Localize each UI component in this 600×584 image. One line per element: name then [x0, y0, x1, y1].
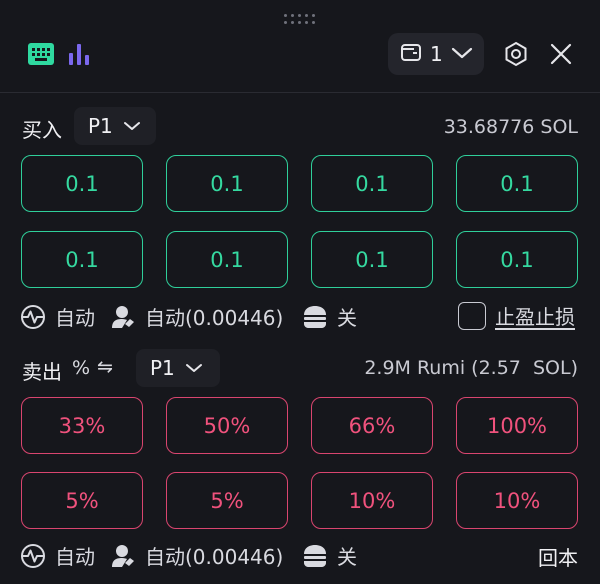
sell-preset-label: P1	[150, 356, 175, 380]
chevron-down-icon	[123, 117, 141, 136]
buy-mev-label: 关	[337, 306, 357, 330]
sell-mev-label: 关	[337, 545, 357, 569]
sell-fee-label: 自动(0.00446)	[145, 545, 284, 569]
keyboard-icon[interactable]	[26, 40, 56, 68]
sell-percent-button[interactable]: 100%	[456, 397, 578, 454]
bar-chart-icon[interactable]	[64, 40, 94, 68]
breakeven-button[interactable]: 回本	[538, 542, 578, 571]
buy-speed-label: 自动	[55, 306, 95, 330]
swap-toggle-icon[interactable]: ⇋	[97, 356, 113, 378]
percent-toggle[interactable]: %	[72, 357, 90, 379]
token-holding: 2.9M Rumi (2.57 SOL)	[364, 357, 578, 379]
buy-preset-label: P1	[88, 114, 113, 138]
buy-preset-dropdown[interactable]: P1	[74, 107, 156, 145]
sell-percent-button[interactable]: 10%	[456, 472, 578, 529]
buy-amount-button[interactable]: 0.1	[311, 155, 433, 212]
buy-amount-button[interactable]: 0.1	[166, 155, 288, 212]
chevron-down-icon	[185, 359, 203, 378]
tp-sl-link[interactable]: 止盈止损	[495, 301, 575, 330]
buy-speed-option[interactable]: 自动	[20, 302, 95, 331]
sell-percent-button[interactable]: 5%	[166, 472, 288, 529]
tp-sl-checkbox[interactable]	[458, 301, 486, 330]
user-fee-icon	[110, 304, 136, 330]
sell-label: 卖出	[22, 360, 62, 384]
sell-mev-option[interactable]: 关	[302, 541, 357, 570]
sell-percent-button[interactable]: 10%	[311, 472, 433, 529]
wallet-icon	[400, 41, 422, 67]
chevron-down-icon	[451, 45, 473, 64]
breakeven-label: 回本	[538, 546, 578, 570]
header-divider	[0, 92, 600, 93]
buy-fee-label: 自动(0.00446)	[145, 306, 284, 330]
pulse-icon	[20, 304, 46, 330]
sell-percent-button[interactable]: 33%	[21, 397, 143, 454]
tp-sl-option[interactable]: 止盈止损	[458, 301, 575, 330]
user-fee-icon	[110, 543, 136, 569]
sell-preset-dropdown[interactable]: P1	[136, 349, 220, 387]
buy-amount-button[interactable]: 0.1	[456, 231, 578, 288]
wallet-count: 1	[430, 42, 443, 66]
sell-speed-option[interactable]: 自动	[20, 541, 95, 570]
drag-handle[interactable]	[284, 12, 316, 26]
buy-amount-button[interactable]: 0.1	[311, 231, 433, 288]
sell-percent-button[interactable]: 66%	[311, 397, 433, 454]
sell-percent-button[interactable]: 5%	[21, 472, 143, 529]
sol-balance: 33.68776 SOL	[443, 116, 578, 138]
burger-icon	[302, 305, 328, 329]
sell-speed-label: 自动	[55, 545, 95, 569]
buy-amount-button[interactable]: 0.1	[456, 155, 578, 212]
buy-amount-button[interactable]: 0.1	[21, 231, 143, 288]
trade-panel: 1 买入 P1 33.68776 SOL 0.1 0.1 0.1 0.1 0.1…	[0, 0, 600, 584]
sell-fee-option[interactable]: 自动(0.00446)	[110, 541, 283, 570]
sell-percent-button[interactable]: 50%	[166, 397, 288, 454]
close-icon[interactable]	[545, 38, 577, 70]
burger-icon	[302, 544, 328, 568]
buy-fee-option[interactable]: 自动(0.00446)	[110, 302, 283, 331]
pulse-icon	[20, 543, 46, 569]
buy-amount-button[interactable]: 0.1	[166, 231, 288, 288]
settings-icon[interactable]	[500, 38, 532, 70]
buy-mev-option[interactable]: 关	[302, 302, 357, 331]
buy-label: 买入	[22, 118, 62, 142]
wallet-selector[interactable]: 1	[388, 33, 484, 75]
buy-amount-button[interactable]: 0.1	[21, 155, 143, 212]
